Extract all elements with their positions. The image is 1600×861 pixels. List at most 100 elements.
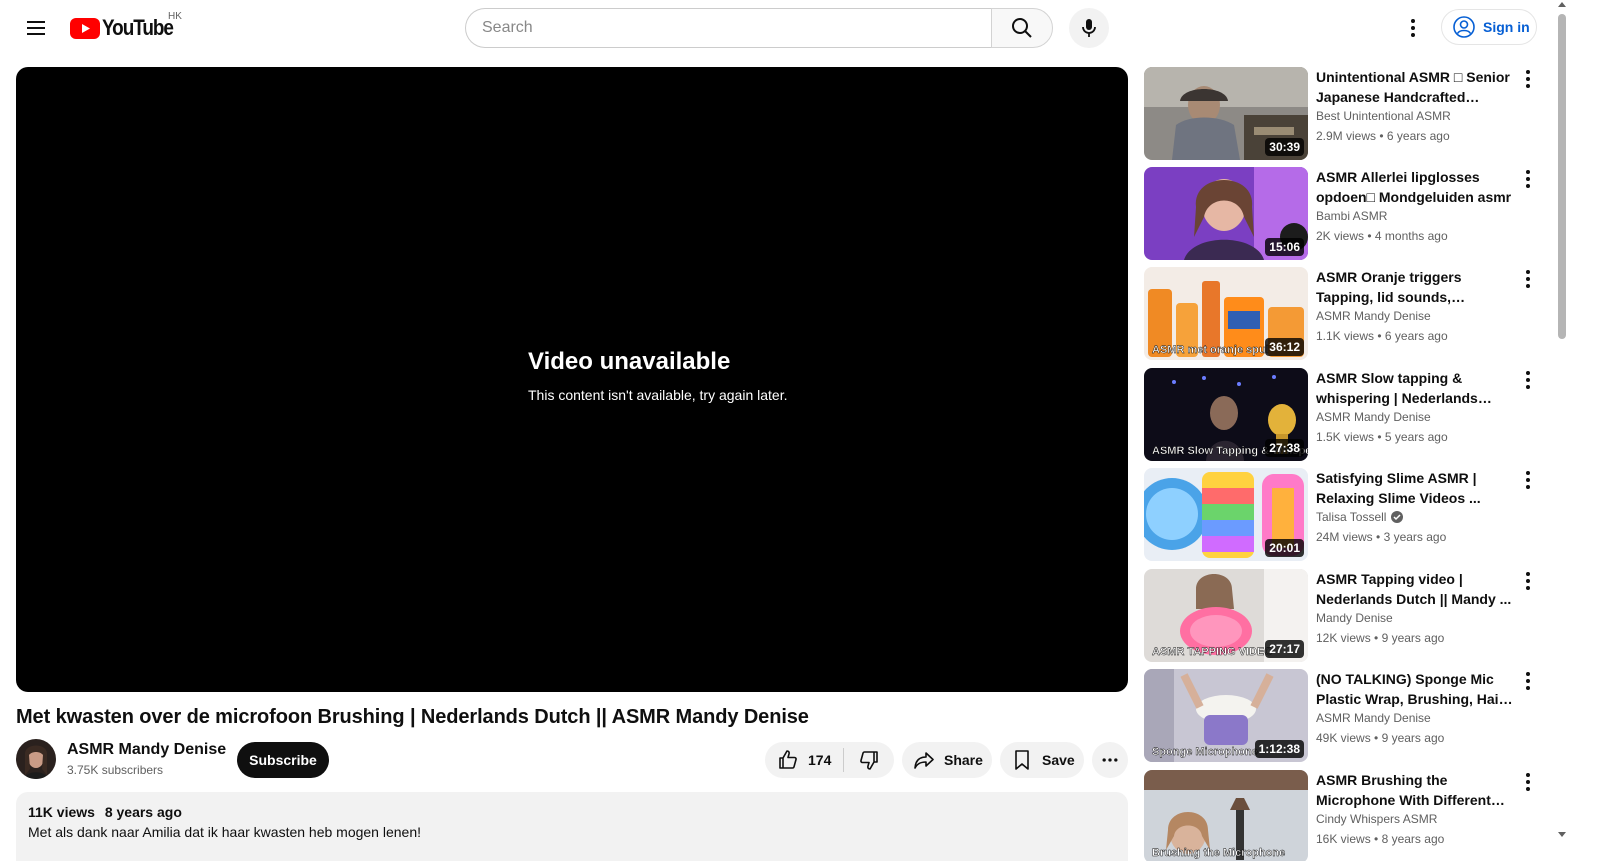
page-scrollbar[interactable]	[1556, 0, 1568, 861]
video-thumbnail[interactable]: ASMR TAPPING VIDEO 27:17	[1144, 569, 1308, 662]
country-code: HK	[168, 11, 182, 22]
related-video-title[interactable]: Satisfying Slime ASMR | Relaxing Slime V…	[1316, 468, 1516, 508]
video-thumbnail[interactable]: 15:06	[1144, 167, 1308, 260]
dot-separator: •	[1370, 631, 1382, 645]
related-video-channel[interactable]: Bambi ASMR	[1316, 209, 1387, 223]
view-count: 11K views	[28, 804, 95, 820]
thumbs-up-icon	[779, 750, 797, 769]
related-video-item[interactable]: 30:39 Unintentional ASMR □ Senior Japanes…	[1144, 67, 1544, 161]
related-view-count: 49K views	[1316, 731, 1371, 745]
related-video-title[interactable]: ASMR Tapping video | Nederlands Dutch ||…	[1316, 569, 1516, 609]
related-channel-name: ASMR Mandy Denise	[1316, 410, 1431, 424]
more-vertical-icon	[1526, 572, 1530, 590]
related-video-item[interactable]: Brushing the Microphone ASMR Brushing the…	[1144, 770, 1544, 861]
related-item-menu-button[interactable]	[1516, 468, 1540, 492]
related-video-channel[interactable]: Talisa Tossell	[1316, 510, 1404, 524]
more-vertical-icon	[1526, 70, 1530, 88]
related-video-stats: 24M views • 3 years ago	[1316, 530, 1446, 544]
share-button[interactable]: Share	[902, 742, 992, 778]
thumbs-down-icon	[860, 751, 878, 770]
related-video-item[interactable]: ASMR met oranje spul 36:12 ASMR Oranje tri…	[1144, 267, 1544, 361]
related-item-menu-button[interactable]	[1516, 569, 1540, 593]
sign-in-button[interactable]: Sign in	[1441, 9, 1537, 45]
related-video-item[interactable]: ASMR Slow Tapping & Whispering27:38ASMR …	[1144, 368, 1544, 462]
dot-separator: •	[1372, 530, 1384, 544]
save-button[interactable]: Save	[1000, 742, 1084, 778]
related-upload-age: 5 years ago	[1384, 430, 1448, 444]
related-video-title[interactable]: ASMR Allerlei lipglosses opdoen□ Mondgel…	[1316, 167, 1516, 207]
related-video-item[interactable]: ASMR TAPPING VIDEO 27:17 ASMR Tapping vide…	[1144, 569, 1544, 663]
related-video-title[interactable]: Unintentional ASMR □ Senior Japanese Han…	[1316, 67, 1516, 107]
scroll-down-arrow-icon[interactable]	[1558, 832, 1566, 837]
related-upload-age: 6 years ago	[1384, 329, 1448, 343]
voice-search-button[interactable]	[1069, 8, 1109, 48]
more-vertical-icon	[1526, 471, 1530, 489]
account-icon	[1453, 16, 1475, 38]
related-video-channel[interactable]: Mandy Denise	[1316, 611, 1393, 625]
related-video-title[interactable]: ASMR Oranje triggers Tapping, lid sounds…	[1316, 267, 1516, 307]
related-item-menu-button[interactable]	[1516, 167, 1540, 191]
related-video-channel[interactable]: ASMR Mandy Denise	[1316, 309, 1431, 323]
more-vertical-icon	[1526, 170, 1530, 188]
related-video-stats: 1.1K views • 6 years ago	[1316, 329, 1448, 343]
more-vertical-icon	[1526, 672, 1530, 690]
channel-name[interactable]: ASMR Mandy Denise	[67, 741, 226, 759]
like-button[interactable]: 174	[765, 742, 843, 778]
search-input[interactable]	[482, 19, 993, 37]
related-view-count: 1.1K views	[1316, 329, 1375, 343]
related-video-channel[interactable]: ASMR Mandy Denise	[1316, 711, 1431, 725]
video-thumbnail[interactable]: Brushing the Microphone	[1144, 770, 1308, 861]
video-duration: 36:12	[1265, 338, 1304, 356]
description-box[interactable]: 11K views 8 years ago Met als dank naar …	[16, 792, 1128, 861]
more-horizontal-icon	[1102, 758, 1118, 762]
related-video-stats: 2.9M views • 6 years ago	[1316, 129, 1450, 143]
related-video-item[interactable]: 15:06 ASMR Allerlei lipglosses opdoen□ Mo…	[1144, 167, 1544, 261]
save-label: Save	[1042, 752, 1075, 768]
video-thumbnail[interactable]: Sponge Microphone 1:12:38	[1144, 669, 1308, 762]
related-item-menu-button[interactable]	[1516, 669, 1540, 693]
video-duration: 30:39	[1265, 138, 1304, 156]
related-item-menu-button[interactable]	[1516, 770, 1540, 794]
related-video-item[interactable]: 20:01 Satisfying Slime ASMR | Relaxing Sl…	[1144, 468, 1544, 562]
upload-age: 8 years ago	[104, 804, 182, 820]
video-thumbnail[interactable]: ASMR Slow Tapping & Whispering27:38	[1144, 368, 1308, 461]
related-view-count: 24M views	[1316, 530, 1373, 544]
related-upload-age: 3 years ago	[1383, 530, 1447, 544]
related-upload-age: 9 years ago	[1381, 731, 1445, 745]
thumbnail-caption: Sponge Microphone	[1152, 746, 1258, 758]
scroll-up-arrow-icon[interactable]	[1558, 2, 1566, 7]
related-video-title[interactable]: ASMR Brushing the Microphone With Differ…	[1316, 770, 1516, 810]
youtube-play-logo-icon	[70, 17, 100, 39]
video-duration: 15:06	[1265, 238, 1304, 256]
dot-separator: •	[1370, 731, 1382, 745]
related-video-stats: 12K views • 9 years ago	[1316, 631, 1444, 645]
related-video-title[interactable]: (NO TALKING) Sponge Mic Plastic Wrap, Br…	[1316, 669, 1516, 709]
channel-avatar[interactable]	[16, 739, 56, 779]
related-video-channel[interactable]: Cindy Whispers ASMR	[1316, 812, 1437, 826]
more-actions-button[interactable]	[1092, 742, 1128, 778]
related-item-menu-button[interactable]	[1516, 368, 1540, 392]
related-video-stats: 2K views • 4 months ago	[1316, 229, 1448, 243]
subscribe-button[interactable]: Subscribe	[237, 742, 329, 778]
related-view-count: 1.5K views	[1316, 430, 1375, 444]
related-video-title[interactable]: ASMR Slow tapping & whispering | Nederla…	[1316, 368, 1516, 408]
related-video-channel[interactable]: Best Unintentional ASMR	[1316, 109, 1451, 123]
related-upload-age: 4 months ago	[1374, 229, 1448, 243]
related-channel-name: Best Unintentional ASMR	[1316, 109, 1451, 123]
settings-more-button[interactable]	[1393, 8, 1433, 48]
video-thumbnail[interactable]: 20:01	[1144, 468, 1308, 561]
guide-menu-button[interactable]	[16, 8, 56, 48]
video-player[interactable]: Video unavailable This content isn't ava…	[16, 67, 1128, 692]
video-thumbnail[interactable]: 30:39	[1144, 67, 1308, 160]
related-item-menu-button[interactable]	[1516, 67, 1540, 91]
subscriber-count: 3.75K subscribers	[67, 763, 164, 777]
search-button[interactable]	[991, 8, 1053, 48]
related-channel-name: ASMR Mandy Denise	[1316, 309, 1431, 323]
related-video-item[interactable]: Sponge Microphone 1:12:38 (NO TALKING) Spo…	[1144, 669, 1544, 763]
related-item-menu-button[interactable]	[1516, 267, 1540, 291]
dislike-button[interactable]	[844, 742, 894, 778]
scrollbar-thumb[interactable]	[1558, 14, 1566, 339]
related-video-channel[interactable]: ASMR Mandy Denise	[1316, 410, 1431, 424]
related-channel-name: Cindy Whispers ASMR	[1316, 812, 1438, 826]
video-thumbnail[interactable]: ASMR met oranje spul 36:12	[1144, 267, 1308, 360]
